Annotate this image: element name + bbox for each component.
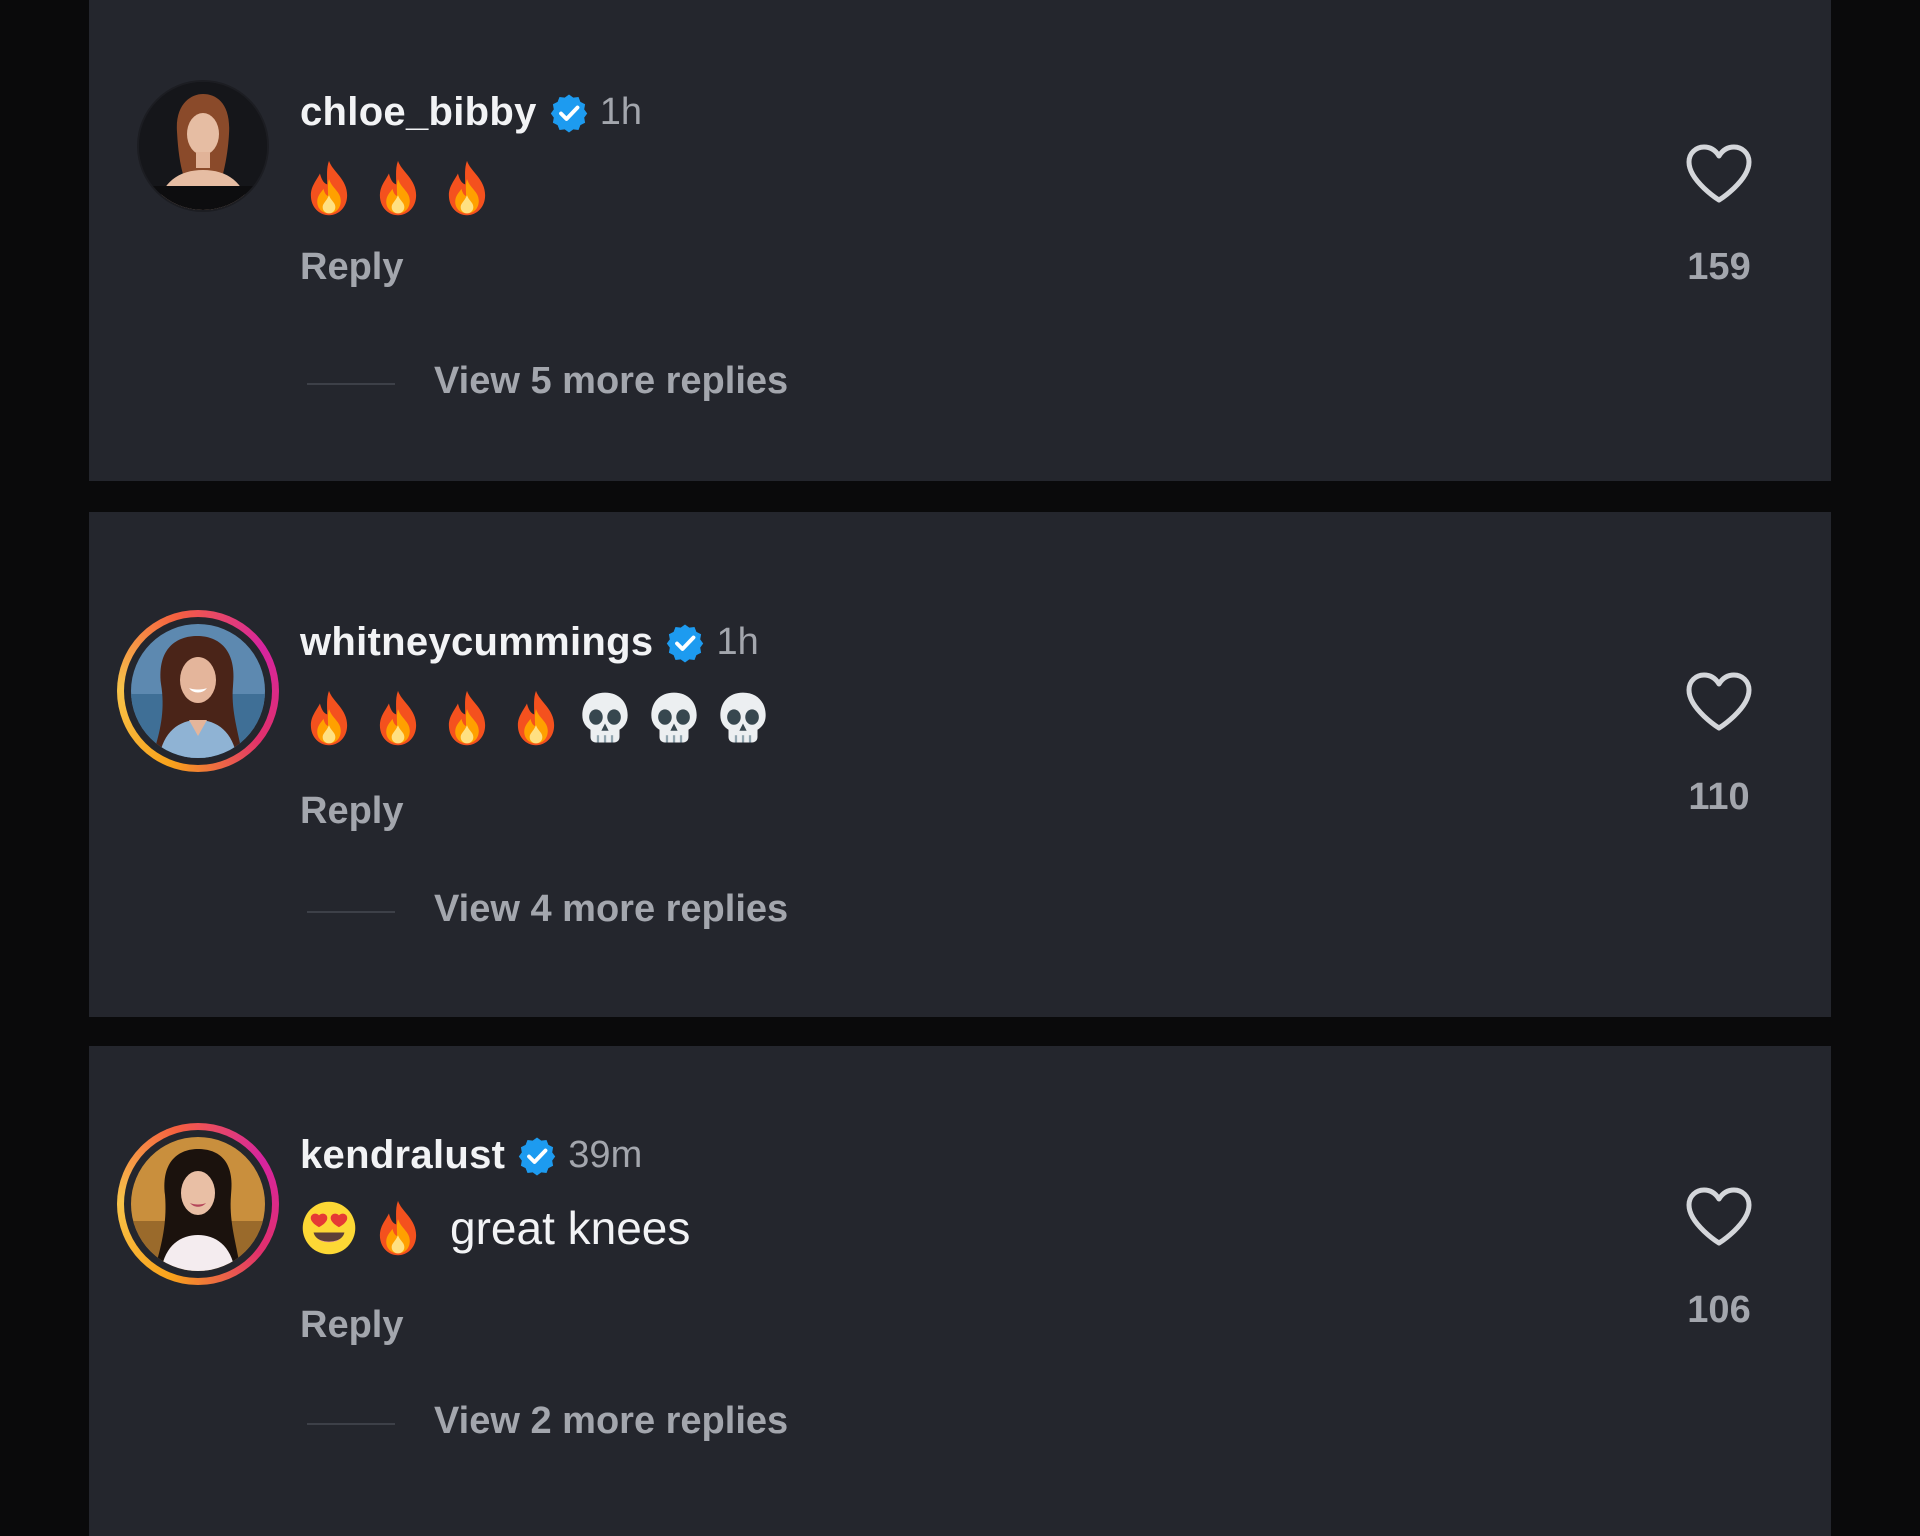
timestamp: 39m: [568, 1134, 643, 1176]
timestamp: 1h: [599, 91, 642, 133]
comment-header: whitneycummings 1h: [300, 620, 759, 665]
heart-outline-icon[interactable]: [1684, 1186, 1754, 1248]
username[interactable]: kendralust: [300, 1133, 505, 1178]
replies-divider: [307, 911, 395, 913]
fire-emoji: [438, 159, 496, 217]
like-count: 110: [1688, 776, 1750, 818]
avatar-photo: [131, 624, 265, 758]
fire-emoji: [300, 159, 358, 217]
avatar-photo: [131, 1137, 265, 1271]
timestamp: 1h: [716, 621, 759, 663]
view-replies-button[interactable]: View 4 more replies: [434, 888, 788, 931]
comment-text: great knees: [300, 1196, 690, 1260]
username[interactable]: whitneycummings: [300, 620, 653, 665]
fire-emoji: [438, 689, 496, 747]
like-count: 159: [1687, 246, 1751, 288]
fire-emoji: [369, 1199, 427, 1257]
fire-emoji: [369, 159, 427, 217]
avatar[interactable]: [117, 610, 279, 772]
avatar-photo: [139, 82, 267, 210]
skull-emoji: [576, 689, 634, 747]
fire-emoji: [369, 689, 427, 747]
comment-card: chloe_bibby 1h Reply 159 View 5 more rep…: [89, 0, 1831, 481]
like-count: 106: [1687, 1289, 1751, 1331]
comment-header: kendralust 39m: [300, 1133, 642, 1178]
replies-divider: [307, 383, 395, 385]
heart-outline-icon[interactable]: [1684, 143, 1754, 205]
comment-card: kendralust 39m great knees Reply 106 Vie…: [89, 1046, 1831, 1536]
skull-emoji: [645, 689, 703, 747]
view-replies-button[interactable]: View 5 more replies: [434, 360, 788, 403]
comment-message: great knees: [450, 1202, 691, 1254]
comment-text: [300, 686, 783, 750]
verified-badge-icon: [517, 1136, 557, 1176]
view-replies-button[interactable]: View 2 more replies: [434, 1400, 788, 1443]
reply-button[interactable]: Reply: [300, 790, 403, 833]
replies-divider: [307, 1423, 395, 1425]
avatar[interactable]: [117, 1123, 279, 1285]
heart-eyes-emoji: [300, 1199, 358, 1257]
avatar[interactable]: [139, 82, 267, 210]
verified-badge-icon: [549, 93, 589, 133]
comment-text: [300, 156, 507, 220]
comment-card: whitneycummings 1h Reply 110 View 4 more…: [89, 512, 1831, 1017]
heart-outline-icon[interactable]: [1684, 671, 1754, 733]
verified-badge-icon: [665, 623, 705, 663]
fire-emoji: [507, 689, 565, 747]
skull-emoji: [714, 689, 772, 747]
fire-emoji: [300, 689, 358, 747]
username[interactable]: chloe_bibby: [300, 90, 537, 135]
comment-header: chloe_bibby 1h: [300, 90, 642, 135]
reply-button[interactable]: Reply: [300, 246, 403, 289]
reply-button[interactable]: Reply: [300, 1304, 403, 1347]
